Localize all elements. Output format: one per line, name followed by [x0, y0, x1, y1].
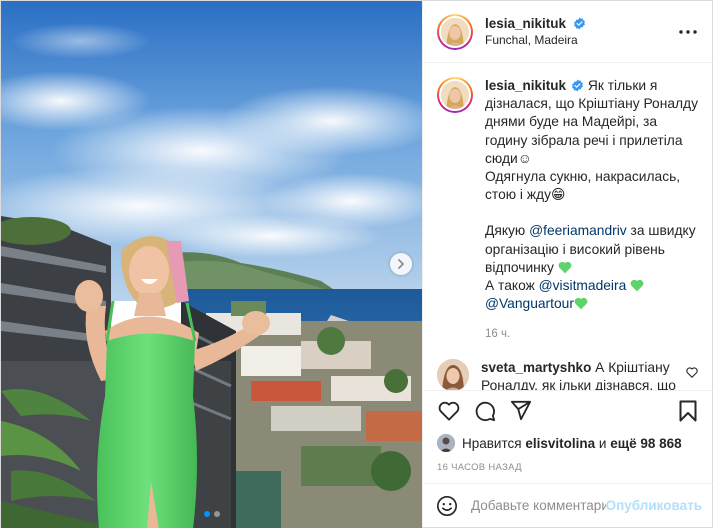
author-username[interactable]: lesia_nikituk: [485, 16, 566, 31]
add-comment-bar: Опубликовать: [423, 483, 713, 527]
photo-scene: [1, 1, 422, 528]
green-heart-icon: [574, 298, 588, 310]
like-button[interactable]: [437, 399, 461, 423]
comment-item: sveta_martyshko А Кріштіану Роналду, як …: [437, 358, 700, 390]
caption-text: lesia_nikituk Як тільки я дізналася, що …: [485, 77, 700, 343]
comment-input[interactable]: [471, 498, 606, 513]
more-horizontal-icon: [679, 29, 697, 34]
commenter-avatar[interactable]: [437, 358, 469, 390]
emoji-picker-button[interactable]: [435, 494, 459, 518]
share-button[interactable]: [509, 399, 533, 423]
post-header-text: lesia_nikituk Funchal, Madeira: [485, 15, 676, 48]
carousel-dot-1: [203, 511, 210, 517]
caption: lesia_nikituk Як тільки я дізналася, що …: [437, 77, 700, 343]
mention-feeriamandriv[interactable]: @feeriamandriv: [529, 223, 627, 238]
avatar-portrait-icon: [437, 434, 455, 452]
smile-emoji: ☺: [517, 150, 532, 166]
avatar-portrait-icon: [437, 358, 469, 390]
green-heart-icon: [558, 261, 572, 274]
instagram-post: lesia_nikituk Funchal, Madeira lesia_nik…: [0, 0, 713, 528]
comment-like-button[interactable]: [686, 359, 700, 390]
post-side-panel: lesia_nikituk Funchal, Madeira lesia_nik…: [422, 1, 713, 527]
comment-button[interactable]: [473, 399, 497, 423]
liker-avatar[interactable]: [437, 434, 455, 452]
caption-author-avatar[interactable]: [437, 77, 473, 113]
grin-emoji: 😁: [551, 187, 566, 203]
smiley-icon: [437, 495, 457, 516]
mention-vanguartour[interactable]: @Vanguartour: [485, 296, 574, 311]
green-heart-icon: [630, 279, 644, 292]
likes-prefix: Нравится: [462, 435, 522, 451]
comment-icon: [475, 401, 496, 421]
carousel-indicator: [1, 511, 422, 517]
author-avatar[interactable]: [437, 13, 473, 50]
post-header: lesia_nikituk Funchal, Madeira: [423, 1, 713, 63]
author-avatar-image: [439, 15, 471, 48]
carousel-next-button[interactable]: [390, 253, 412, 275]
post-photo[interactable]: [1, 1, 422, 528]
save-button[interactable]: [676, 399, 700, 423]
comments-section: lesia_nikituk Як тільки я дізналася, що …: [423, 63, 713, 390]
chevron-right-icon: [398, 259, 404, 269]
avatar-portrait-icon: [441, 17, 469, 46]
mention-visitmadeira[interactable]: @visitmadeira: [539, 278, 627, 293]
verified-badge-icon: [572, 79, 583, 92]
liker-username[interactable]: elisvitolina: [525, 436, 595, 451]
caption-line-2: Одягнула сукню, накрасилась, стою і жду: [485, 169, 681, 203]
post-location[interactable]: Funchal, Madeira: [485, 33, 676, 48]
post-actions: [423, 390, 713, 430]
publish-button[interactable]: Опубликовать: [606, 498, 702, 513]
likes-summary: Нравится elisvitolina и ещё 98 868: [423, 430, 713, 456]
caption-also-label: А також: [485, 278, 535, 294]
bookmark-icon: [679, 400, 697, 421]
comment-text: sveta_martyshko А Кріштіану Роналду, як …: [481, 359, 686, 390]
carousel-dot-2: [213, 511, 220, 517]
caption-username[interactable]: lesia_nikituk: [485, 78, 566, 93]
commenter-username[interactable]: sveta_martyshko: [481, 360, 591, 375]
caption-thanks-label: Дякую: [485, 223, 526, 239]
paper-plane-icon: [510, 400, 532, 421]
heart-outline-icon: [438, 401, 460, 421]
post-timestamp[interactable]: 16 ЧАСОВ НАЗАД: [423, 456, 713, 483]
caption-time[interactable]: 16 ч.: [485, 327, 700, 342]
avatar-portrait-icon: [441, 81, 469, 109]
likes-conjunction: и: [598, 435, 607, 451]
likes-count-link[interactable]: ещё 98 868: [610, 436, 681, 451]
verified-badge-icon: [574, 17, 585, 30]
heart-outline-icon: [686, 367, 698, 378]
caption-avatar-image: [439, 79, 471, 111]
more-options-button[interactable]: [676, 20, 700, 44]
